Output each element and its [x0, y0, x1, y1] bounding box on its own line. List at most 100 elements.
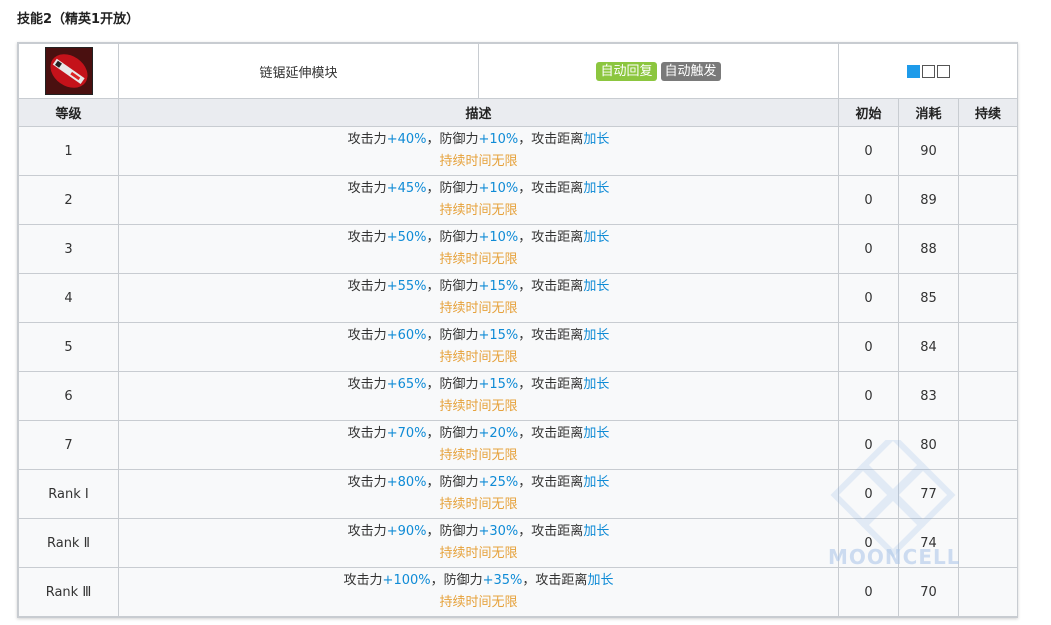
range-value: 加长 — [583, 475, 610, 490]
row-initial: 0 — [838, 126, 899, 176]
row-duration — [957, 126, 1019, 176]
table-row: Rank Ⅲ 攻击力+100%，防御力+35%，攻击距离加长 持续时间无限 0 70 — [18, 567, 1019, 617]
table-row: 3 攻击力+50%，防御力+10%，攻击距离加长 持续时间无限 0 88 — [18, 224, 1019, 274]
col-initial: 初始 — [838, 98, 899, 127]
row-effect-line: 攻击力+90%，防御力+30%，攻击距离加长 — [119, 521, 838, 543]
row-level: 4 — [18, 273, 119, 323]
row-description: 攻击力+80%，防御力+25%，攻击距离加长 持续时间无限 — [118, 469, 839, 519]
row-duration-note: 持续时间无限 — [439, 399, 518, 414]
atk-label: 攻击力 — [343, 573, 383, 588]
range-value: 加长 — [583, 328, 610, 343]
row-level: 2 — [18, 175, 119, 225]
range-value: 加长 — [583, 524, 610, 539]
row-cost: 80 — [898, 420, 959, 470]
row-effect-line: 攻击力+70%，防御力+20%，攻击距离加长 — [119, 423, 838, 445]
row-cost: 90 — [898, 126, 959, 176]
row-duration — [957, 567, 1019, 617]
row-effect-line: 攻击力+45%，防御力+10%，攻击距离加长 — [119, 178, 838, 200]
def-value: +30% — [478, 524, 519, 539]
row-initial: 0 — [838, 175, 899, 225]
sp-square-filled-icon — [906, 64, 920, 78]
row-initial: 0 — [838, 420, 899, 470]
row-duration — [957, 273, 1019, 323]
atk-value: +65% — [386, 377, 427, 392]
range-value: 加长 — [583, 377, 610, 392]
row-cost: 89 — [898, 175, 959, 225]
row-level: Rank Ⅲ — [18, 567, 119, 617]
def-value: +15% — [478, 328, 519, 343]
table-row: 1 攻击力+40%，防御力+10%，攻击距离加长持续时间无限 0 90 — [18, 126, 1019, 176]
def-value: +20% — [478, 426, 519, 441]
table-row: 7 攻击力+70%，防御力+20%，攻击距离加长 持续时间无限 0 80 — [18, 420, 1019, 470]
def-value: +10% — [478, 132, 519, 147]
row-duration-note: 持续时间无限 — [439, 497, 518, 512]
row-description: 攻击力+65%，防御力+15%，攻击距离加长 持续时间无限 — [118, 371, 839, 421]
row-level: 1 — [18, 126, 119, 176]
def-value: +35% — [482, 573, 523, 588]
row-level: Rank Ⅱ — [18, 518, 119, 568]
sp-square-empty-icon — [921, 64, 935, 78]
atk-value: +45% — [386, 181, 427, 196]
table-row: 6 攻击力+65%，防御力+15%，攻击距离加长 持续时间无限 0 83 — [18, 371, 1019, 421]
skill-table: 链锯延伸模块 自动回复 自动触发 等级 描述 初始 消耗 持续 1 攻击力+40%，… — [18, 43, 1019, 617]
skill-icon-cell — [18, 43, 119, 99]
table-row: 5 攻击力+60%，防御力+15%，攻击距离加长 持续时间无限 0 84 — [18, 322, 1019, 372]
row-cost: 84 — [898, 322, 959, 372]
row-level: Rank Ⅰ — [18, 469, 119, 519]
def-label: ，防御力 — [426, 475, 479, 490]
row-initial: 0 — [838, 224, 899, 274]
row-duration-note: 持续时间无限 — [439, 301, 518, 316]
row-description: 攻击力+60%，防御力+15%，攻击距离加长 持续时间无限 — [118, 322, 839, 372]
atk-label: 攻击力 — [347, 328, 387, 343]
def-value: +15% — [478, 279, 519, 294]
range-label: ，攻击距离 — [518, 524, 584, 539]
row-effect-line: 攻击力+100%，防御力+35%，攻击距离加长 — [119, 570, 838, 592]
atk-label: 攻击力 — [347, 132, 387, 147]
range-value: 加长 — [583, 230, 610, 245]
def-label: ，防御力 — [426, 230, 479, 245]
row-description: 攻击力+100%，防御力+35%，攻击距离加长 持续时间无限 — [118, 567, 839, 617]
def-value: +25% — [478, 475, 519, 490]
row-cost: 77 — [898, 469, 959, 519]
def-label: ，防御力 — [430, 573, 483, 588]
atk-value: +100% — [382, 573, 431, 588]
def-label: ，防御力 — [426, 426, 479, 441]
atk-label: 攻击力 — [347, 475, 387, 490]
col-level: 等级 — [18, 98, 119, 127]
range-value: 加长 — [583, 426, 610, 441]
row-description: 攻击力+45%，防御力+10%，攻击距离加长 持续时间无限 — [118, 175, 839, 225]
row-duration — [957, 518, 1019, 568]
row-initial: 0 — [838, 273, 899, 323]
chainsaw-skill-icon — [44, 47, 93, 95]
def-value: +10% — [478, 181, 519, 196]
row-initial: 0 — [838, 322, 899, 372]
auto-trigger-tag: 自动触发 — [660, 61, 721, 81]
row-effect-line: 攻击力+40%，防御力+10%，攻击距离加长 — [119, 129, 838, 151]
row-description: 攻击力+90%，防御力+30%，攻击距离加长持续时间无限 — [118, 518, 839, 568]
table-row: 4 攻击力+55%，防御力+15%，攻击距离加长 持续时间无限 0 85 — [18, 273, 1019, 323]
row-cost: 85 — [898, 273, 959, 323]
row-duration-note: 持续时间无限 — [439, 546, 518, 561]
atk-value: +50% — [386, 230, 427, 245]
row-duration-note: 持续时间无限 — [439, 154, 518, 169]
range-value: 加长 — [587, 573, 614, 588]
atk-value: +90% — [386, 524, 427, 539]
skill-header-row: 链锯延伸模块 自动回复 自动触发 — [18, 43, 1019, 99]
range-value: 加长 — [583, 132, 610, 147]
row-level: 6 — [18, 371, 119, 421]
table-row: Rank Ⅰ 攻击力+80%，防御力+25%，攻击距离加长 持续时间无限 0 77 — [18, 469, 1019, 519]
def-label: ，防御力 — [426, 181, 479, 196]
range-label: ，攻击距离 — [518, 132, 584, 147]
row-cost: 88 — [898, 224, 959, 274]
table-row: 2 攻击力+45%，防御力+10%，攻击距离加长 持续时间无限 0 89 — [18, 175, 1019, 225]
atk-label: 攻击力 — [347, 230, 387, 245]
range-label: ，攻击距离 — [518, 230, 584, 245]
row-level: 3 — [18, 224, 119, 274]
row-duration — [957, 420, 1019, 470]
watermark-text: MOONCELL — [828, 545, 961, 569]
row-initial: 0 — [838, 567, 899, 617]
atk-value: +55% — [386, 279, 427, 294]
row-initial: 0 — [838, 371, 899, 421]
def-label: ，防御力 — [426, 377, 479, 392]
row-duration — [957, 371, 1019, 421]
